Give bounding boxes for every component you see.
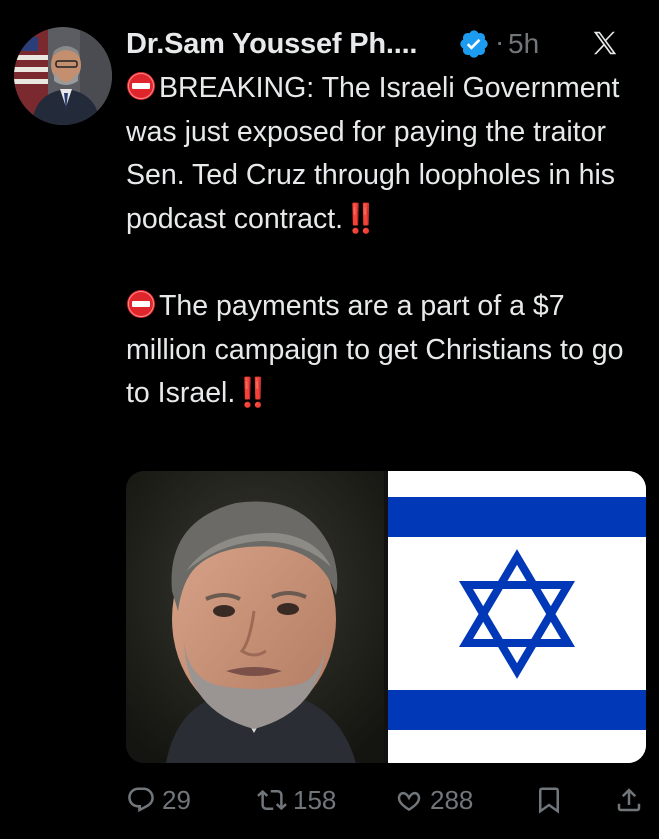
share-icon: [617, 788, 641, 812]
double-exclamation-icon: ‼️: [235, 377, 270, 410]
tweet-paragraph-2: The payments are a part of a $7 million …: [126, 285, 651, 416]
double-exclamation-icon: ‼️: [343, 202, 378, 235]
tweet-paragraph-1: BREAKING: The Israeli Government was jus…: [126, 67, 651, 241]
tweet-media[interactable]: [126, 471, 646, 763]
post-timestamp[interactable]: 5h: [508, 28, 539, 60]
reply-count: 29: [162, 784, 191, 815]
portrait-photo[interactable]: [126, 471, 384, 763]
tweet-text: BREAKING: The Israeli Government was jus…: [126, 67, 651, 416]
repost-icon: [257, 789, 287, 811]
tweet-header: Dr.Sam Youssef Ph.... · 5h: [126, 20, 646, 68]
no-entry-icon: [126, 71, 156, 101]
israel-flag-image[interactable]: [388, 471, 646, 763]
no-entry-icon: [126, 289, 156, 319]
author-avatar[interactable]: [14, 27, 112, 125]
share-button[interactable]: [614, 778, 650, 822]
like-count: 288: [430, 784, 474, 815]
tweet[interactable]: Dr.Sam Youssef Ph.... · 5h BREAKING: The…: [0, 0, 659, 839]
bookmark-icon: [539, 787, 559, 814]
repost-button[interactable]: 158: [257, 778, 336, 822]
author-name[interactable]: Dr.Sam Youssef Ph....: [126, 28, 417, 61]
repost-count: 158: [293, 784, 337, 815]
verified-badge-icon: [458, 28, 490, 60]
bookmark-button[interactable]: [534, 778, 570, 822]
x-logo-icon[interactable]: [590, 28, 620, 58]
separator-dot: ·: [495, 26, 505, 57]
heart-icon: [397, 791, 421, 811]
reply-icon: [128, 787, 154, 813]
like-button[interactable]: 288: [394, 778, 473, 822]
reply-button[interactable]: 29: [126, 778, 191, 822]
tweet-actions: 29 158 288: [126, 778, 646, 822]
paragraph-2-text: The payments are a part of a $7 million …: [126, 289, 624, 410]
